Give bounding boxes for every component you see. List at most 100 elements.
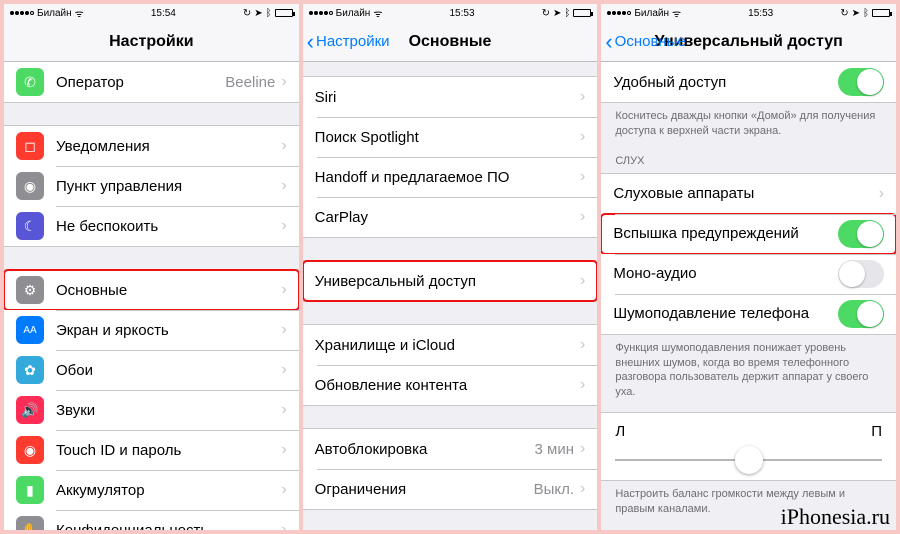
chevron-right-icon: ›	[281, 73, 286, 91]
settings-row[interactable]: Моно-аудио	[601, 254, 896, 294]
sync-icon: ↻	[243, 8, 251, 19]
screen-general: Билайн ᯤ 15:53 ↻ ➤ ᛒ ‹Настройки Основные…	[303, 4, 598, 530]
row-label: Конфиденциальность	[56, 522, 281, 531]
chevron-right-icon: ›	[580, 128, 585, 146]
row-label: Handoff и предлагаемое ПО	[315, 169, 580, 186]
row-icon: ✋	[16, 516, 44, 530]
row-label: Слуховые аппараты	[613, 185, 878, 202]
battery-icon	[275, 9, 293, 17]
settings-row[interactable]: Слуховые аппараты›	[601, 174, 896, 214]
nav-bar: ‹Настройки Основные	[303, 22, 598, 62]
row-label: Поиск Spotlight	[315, 129, 580, 146]
chevron-right-icon: ›	[281, 401, 286, 419]
chevron-right-icon: ›	[281, 481, 286, 499]
signal-dots	[607, 11, 631, 15]
footer-reachability: Коснитесь дважды кнопки «Домой» для полу…	[601, 103, 896, 141]
toggle-switch[interactable]	[838, 220, 884, 248]
balance-right-label: П	[871, 423, 882, 440]
settings-row[interactable]: Обновление контента›	[303, 365, 598, 405]
settings-row[interactable]: Siri›	[303, 77, 598, 117]
settings-row[interactable]: ◻Уведомления›	[4, 126, 299, 166]
chevron-right-icon: ›	[580, 376, 585, 394]
nav-bar: ‹Основные Универсальный доступ	[601, 22, 896, 62]
row-detail: Выкл.	[534, 481, 574, 498]
row-label: Моно-аудио	[613, 265, 838, 282]
row-icon: 🔊	[16, 396, 44, 424]
chevron-right-icon: ›	[281, 441, 286, 459]
row-label: Уведомления	[56, 138, 281, 155]
footer-noise: Функция шумоподавления понижает уровень …	[601, 335, 896, 402]
row-label: Touch ID и пароль	[56, 442, 281, 459]
battery-icon	[872, 9, 890, 17]
chevron-right-icon: ›	[879, 185, 884, 203]
settings-row[interactable]: Поиск Spotlight›	[303, 117, 598, 157]
row-reachability[interactable]: Удобный доступ	[601, 62, 896, 102]
phone-icon: ✆	[16, 68, 44, 96]
row-label: Звуки	[56, 402, 281, 419]
settings-row[interactable]: Вспышка предупреждений	[601, 214, 896, 254]
carrier-label: Билайн	[634, 8, 669, 19]
toggle-switch[interactable]	[838, 260, 884, 288]
settings-row[interactable]: CarPlay›	[303, 197, 598, 237]
status-bar: Билайн ᯤ 15:53 ↻ ➤ ᛒ	[303, 4, 598, 22]
row-operator[interactable]: ✆ Оператор Beeline ›	[4, 62, 299, 102]
row-icon: ◉	[16, 436, 44, 464]
settings-row[interactable]: 🔊 Звуки›	[4, 390, 299, 430]
chevron-right-icon: ›	[281, 177, 286, 195]
row-icon: ☾	[16, 212, 44, 240]
settings-row[interactable]: Универсальный доступ›	[303, 261, 598, 301]
location-icon: ➤	[553, 8, 561, 19]
location-icon: ➤	[852, 8, 860, 19]
back-button[interactable]: ‹Настройки	[303, 33, 390, 50]
row-icon: ▮	[16, 476, 44, 504]
back-button[interactable]: ‹Основные	[601, 33, 686, 50]
row-label: Основные	[56, 282, 281, 299]
header-hearing: СЛУХ	[601, 141, 896, 173]
signal-dots	[10, 11, 34, 15]
page-title: Настройки	[4, 33, 299, 51]
settings-row[interactable]: ◉Пункт управления›	[4, 166, 299, 206]
settings-row[interactable]: Автоблокировка3 мин›	[303, 429, 598, 469]
settings-row[interactable]: ✿ Обои›	[4, 350, 299, 390]
row-icon: AA	[16, 316, 44, 344]
settings-row[interactable]: ОграниченияВыкл.›	[303, 469, 598, 509]
settings-row[interactable]: ☾Не беспокоить›	[4, 206, 299, 246]
settings-row[interactable]: ⚙Основные›	[4, 270, 299, 310]
row-label: CarPlay	[315, 209, 580, 226]
row-label: Автоблокировка	[315, 441, 535, 458]
toggle-switch[interactable]	[838, 300, 884, 328]
balance-left-label: Л	[615, 423, 625, 440]
carrier-label: Билайн	[336, 8, 371, 19]
row-label: Универсальный доступ	[315, 273, 580, 290]
wifi-icon: ᯤ	[75, 6, 84, 20]
settings-row[interactable]: ◉ Touch ID и пароль›	[4, 430, 299, 470]
settings-row[interactable]: Handoff и предлагаемое ПО›	[303, 157, 598, 197]
row-icon: ✿	[16, 356, 44, 384]
balance-slider[interactable]	[615, 446, 882, 474]
settings-row[interactable]: AAЭкран и яркость›	[4, 310, 299, 350]
wifi-icon: ᯤ	[672, 6, 681, 20]
status-bar: Билайн ᯤ 15:54 ↻ ➤ ᛒ	[4, 4, 299, 22]
settings-row[interactable]: ▮Аккумулятор›	[4, 470, 299, 510]
wifi-icon: ᯤ	[373, 6, 382, 20]
row-label: Шумоподавление телефона	[613, 305, 838, 322]
settings-row[interactable]: Шумоподавление телефона	[601, 294, 896, 334]
bluetooth-icon: ᛒ	[266, 8, 272, 19]
signal-dots	[309, 11, 333, 15]
chevron-right-icon: ›	[580, 208, 585, 226]
switch-reachability[interactable]	[838, 68, 884, 96]
chevron-right-icon: ›	[281, 321, 286, 339]
row-label: Обои	[56, 362, 281, 379]
settings-row[interactable]: Хранилище и iCloud›	[303, 325, 598, 365]
status-time: 15:53	[450, 8, 475, 19]
row-icon: ◉	[16, 172, 44, 200]
chevron-right-icon: ›	[580, 440, 585, 458]
chevron-right-icon: ›	[281, 361, 286, 379]
carrier-label: Билайн	[37, 8, 72, 19]
chevron-right-icon: ›	[281, 521, 286, 530]
settings-row[interactable]: ✋ Конфиденциальность›	[4, 510, 299, 530]
status-time: 15:54	[151, 8, 176, 19]
chevron-right-icon: ›	[281, 137, 286, 155]
row-label: Хранилище и iCloud	[315, 337, 580, 354]
status-time: 15:53	[748, 8, 773, 19]
